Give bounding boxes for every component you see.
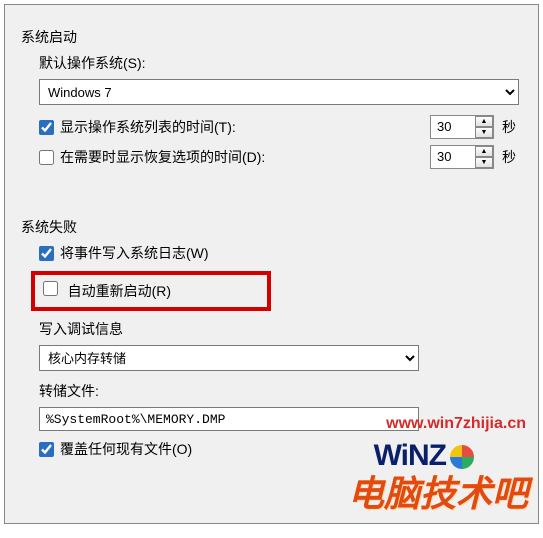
show-recovery-label: 在需要时显示恢复选项的时间(D): <box>60 147 422 167</box>
auto-restart-checkbox[interactable] <box>43 281 58 296</box>
overwrite-checkbox[interactable] <box>39 442 54 457</box>
auto-restart-highlight: 自动重新启动(R) <box>31 271 271 311</box>
auto-restart-label: 自动重新启动(R) <box>68 283 171 299</box>
write-log-label: 将事件写入系统日志(W) <box>60 243 209 263</box>
startup-recovery-dialog: 系统启动 默认操作系统(S): Windows 7 显示操作系统列表的时间(T)… <box>4 4 539 524</box>
watermark-logo: 电脑技术吧 <box>348 465 528 517</box>
show-recovery-seconds-value: 30 <box>431 146 475 168</box>
failure-group-title: 系统失败 <box>21 217 522 237</box>
startup-group-title: 系统启动 <box>21 27 522 47</box>
write-log-checkbox[interactable] <box>39 246 54 261</box>
show-os-list-label: 显示操作系统列表的时间(T): <box>60 117 422 137</box>
show-os-down-button[interactable]: ▼ <box>475 127 493 138</box>
dump-type-select[interactable]: 核心内存转储 <box>39 345 419 371</box>
show-recovery-down-button[interactable]: ▼ <box>475 157 493 168</box>
show-recovery-unit: 秒 <box>502 147 522 167</box>
show-recovery-checkbox[interactable] <box>39 150 54 165</box>
show-recovery-seconds-spinner[interactable]: 30 ▲ ▼ <box>430 145 494 169</box>
show-os-list-unit: 秒 <box>502 117 522 137</box>
watermark-url: www.win7zhijia.cn <box>386 415 526 433</box>
show-recovery-up-button[interactable]: ▲ <box>475 146 493 157</box>
show-os-up-button[interactable]: ▲ <box>475 116 493 127</box>
debug-info-title: 写入调试信息 <box>39 319 123 339</box>
default-os-label: 默认操作系统(S): <box>39 53 146 73</box>
overwrite-label: 覆盖任何现有文件(O) <box>60 439 192 459</box>
dump-file-label: 转储文件: <box>39 381 99 401</box>
show-os-list-seconds-value: 30 <box>431 116 475 138</box>
show-os-list-seconds-spinner[interactable]: 30 ▲ ▼ <box>430 115 494 139</box>
show-os-list-checkbox[interactable] <box>39 120 54 135</box>
dump-file-input[interactable] <box>39 407 419 431</box>
default-os-select[interactable]: Windows 7 <box>39 79 519 105</box>
